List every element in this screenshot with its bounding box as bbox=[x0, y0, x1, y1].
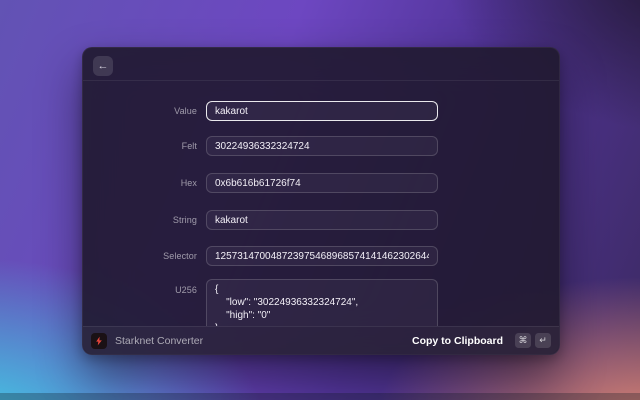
field-row-string: String bbox=[83, 210, 438, 230]
starknet-converter-window: ← Value Felt Hex String Selector bbox=[82, 47, 560, 355]
hex-field-label: Hex bbox=[180, 178, 197, 188]
felt-field-label: Felt bbox=[181, 141, 197, 151]
u256-field-label: U256 bbox=[175, 285, 197, 295]
value-field-label: Value bbox=[174, 106, 197, 116]
selector-input[interactable] bbox=[206, 246, 438, 266]
action-bar: Starknet Converter Copy to Clipboard ⌘ ↵ bbox=[83, 326, 559, 354]
field-row-hex: Hex bbox=[83, 173, 438, 193]
selector-field-label: Selector bbox=[163, 251, 197, 261]
app-icon bbox=[91, 332, 107, 349]
field-row-u256: U256 bbox=[83, 279, 438, 326]
window-header: ← bbox=[83, 48, 559, 81]
background-bottom-strip bbox=[0, 393, 640, 400]
field-row-value: Value bbox=[83, 101, 438, 121]
form-area: Value Felt Hex String Selector U256 bbox=[83, 82, 559, 326]
desktop-background: ← Value Felt Hex String Selector bbox=[0, 0, 640, 400]
app-name: Starknet Converter bbox=[115, 334, 204, 347]
return-key-icon: ↵ bbox=[535, 333, 551, 348]
felt-input[interactable] bbox=[206, 136, 438, 156]
back-button[interactable]: ← bbox=[93, 56, 113, 76]
string-field-label: String bbox=[172, 215, 197, 225]
command-key-icon: ⌘ bbox=[515, 333, 531, 348]
lightning-bolt-icon bbox=[96, 336, 102, 345]
value-input[interactable] bbox=[206, 101, 438, 121]
field-row-selector: Selector bbox=[83, 246, 438, 266]
copy-to-clipboard-action[interactable]: Copy to Clipboard bbox=[412, 335, 503, 347]
back-arrow-icon: ← bbox=[97, 59, 109, 72]
string-input[interactable] bbox=[206, 210, 438, 230]
u256-textarea[interactable] bbox=[206, 279, 438, 326]
field-row-felt: Felt bbox=[83, 136, 438, 156]
hex-input[interactable] bbox=[206, 173, 438, 193]
